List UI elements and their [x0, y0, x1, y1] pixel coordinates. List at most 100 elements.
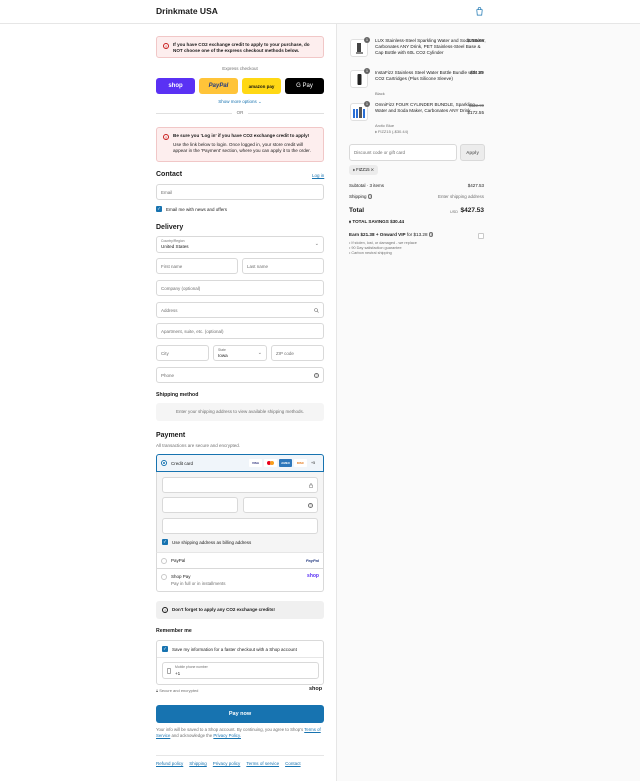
login-link[interactable]: Log in: [312, 173, 324, 178]
billing-checkbox[interactable]: ✓: [162, 539, 168, 545]
alert-content: Be sure you 'Log in' if you have CO2 exc…: [173, 133, 317, 154]
shopping-bag-icon[interactable]: [475, 7, 484, 16]
quantity-badge: 1: [364, 68, 370, 74]
last-name-field[interactable]: Last name: [242, 258, 324, 274]
first-name-field[interactable]: First name: [156, 258, 238, 274]
state-select[interactable]: State Iowa ⌄: [213, 345, 267, 361]
product-thumbnail: 1: [350, 68, 370, 88]
chevron-down-icon: ⌄: [314, 241, 319, 247]
paypal-button[interactable]: PayPal: [199, 78, 238, 94]
city-field[interactable]: City: [156, 345, 209, 361]
alert-text: If you have CO2 exchange credit to apply…: [173, 42, 310, 53]
show-more-label: Show more options: [218, 99, 257, 104]
credits-alert-text: Don't forget to apply any CO2 exchange c…: [172, 607, 275, 612]
paypal-option[interactable]: PayPal PayPal: [156, 552, 324, 569]
expiry-field[interactable]: [162, 497, 238, 513]
shop-pay-button[interactable]: shop: [156, 78, 195, 94]
shipping-label-row: Shipping ?: [349, 194, 373, 199]
country-select[interactable]: Country/Region United States ⌄: [156, 236, 324, 253]
zip-placeholder: ZIP code: [276, 351, 294, 356]
country-label: Country/Region: [161, 239, 185, 243]
apply-button[interactable]: Apply: [460, 144, 485, 161]
secure-label: Secure and encrypted: [159, 688, 199, 693]
chevron-down-icon: ⌄: [258, 99, 262, 104]
paypal-logo: PayPal: [305, 558, 319, 563]
vip-checkbox[interactable]: [478, 233, 484, 239]
google-pay-button[interactable]: G Pay: [285, 78, 324, 94]
header: Drinkmate USA: [0, 0, 640, 24]
security-code-field[interactable]: ?: [243, 497, 318, 513]
card-number-field[interactable]: [162, 477, 318, 493]
vip-bullet-text: If stolen, lost, or damaged - we replace: [351, 241, 417, 245]
shop-logo: shop: [309, 686, 323, 692]
total-label: Total: [349, 207, 365, 214]
subtotal-value: $427.53: [467, 183, 484, 188]
credit-card-label: Credit card: [171, 461, 194, 466]
bundle-image: [353, 107, 365, 118]
company-placeholder: Company (optional): [161, 286, 201, 291]
tag-icon: ⬧: [349, 219, 352, 224]
news-checkbox[interactable]: ✓: [156, 206, 162, 212]
delivery-heading: Delivery: [156, 224, 184, 231]
company-field[interactable]: Company (optional): [156, 280, 324, 296]
address-field[interactable]: Address: [156, 302, 324, 318]
credit-card-option[interactable]: Credit card VISA AMEX DISC +5: [156, 454, 324, 472]
state-label: State: [218, 348, 226, 352]
show-more-options-link[interactable]: Show more options ⌄: [156, 99, 324, 105]
vip-offer: Earn $21.38 + Onward VIP for $13.28 ?: [349, 232, 434, 237]
shipping-link[interactable]: Shipping: [189, 761, 207, 766]
discount-code-field[interactable]: Discount code or gift card: [349, 144, 457, 161]
order-summary: [336, 24, 640, 781]
remove-tag-icon[interactable]: ✕: [371, 167, 374, 172]
zip-field[interactable]: ZIP code: [271, 345, 324, 361]
credit-card-radio[interactable]: [161, 460, 167, 466]
phone-field[interactable]: Phone ?: [156, 367, 324, 383]
amazon-pay-button[interactable]: amazon pay: [242, 78, 281, 94]
quantity-badge: 1: [364, 101, 370, 107]
mastercard-icon: [264, 459, 277, 467]
savings-label: TOTAL SAVINGS: [352, 219, 389, 224]
bottle-image: [357, 74, 362, 85]
help-icon[interactable]: ?: [367, 194, 373, 199]
apartment-field[interactable]: Apartment, suite, etc. (optional): [156, 323, 324, 339]
search-icon: [314, 308, 319, 313]
apartment-placeholder: Apartment, suite, etc. (optional): [161, 329, 224, 334]
privacy-policy-footer-link[interactable]: Privacy policy: [213, 761, 241, 766]
shop-pay-option[interactable]: Shop Pay Pay in full or in installments …: [156, 569, 324, 592]
terms-of-service-footer-link[interactable]: Terms of service: [246, 761, 279, 766]
vip-title-rest: for $13.28: [406, 232, 428, 237]
paypal-label: PayPal: [171, 558, 186, 563]
help-icon[interactable]: ?: [314, 373, 319, 378]
last-name-placeholder: Last name: [247, 264, 269, 269]
address-placeholder: Address: [161, 308, 178, 313]
info-icon[interactable]: ?: [428, 232, 434, 237]
state-value: Iowa: [218, 353, 228, 358]
city-placeholder: City: [161, 351, 169, 356]
name-on-card-field[interactable]: [162, 518, 318, 534]
vip-bullets: • If stolen, lost, or damaged - we repla…: [349, 241, 417, 256]
chevron-down-icon: ⌄: [257, 350, 262, 356]
visa-icon: VISA: [249, 459, 262, 467]
discount-tag: ⬧ FIZZ15 ✕: [349, 165, 378, 175]
store-logo[interactable]: Drinkmate USA: [156, 6, 218, 16]
privacy-policy-link[interactable]: Privacy Policy.: [213, 733, 241, 738]
lock-icon: [309, 483, 313, 488]
alert-icon: !: [163, 134, 169, 140]
shop-pay-radio[interactable]: [161, 574, 167, 580]
mobile-phone-field[interactable]: Mobile phone number +1: [162, 662, 319, 679]
shipping-message: Enter your shipping address to view avai…: [156, 403, 324, 421]
secure-note: 🔒︎ Secure and encrypted: [156, 688, 198, 693]
help-icon[interactable]: ?: [308, 503, 313, 508]
pay-now-button[interactable]: Pay now: [156, 705, 324, 723]
shipping-heading: Shipping method: [156, 392, 199, 398]
phone-icon: [167, 668, 171, 674]
refund-policy-link[interactable]: Refund policy: [156, 761, 183, 766]
discount-tag-label: FIZZ15: [356, 167, 370, 172]
mobile-phone-label: Mobile phone number: [175, 665, 208, 669]
contact-link[interactable]: Contact: [285, 761, 301, 766]
paypal-radio[interactable]: [161, 558, 167, 564]
save-info-checkbox[interactable]: ✓: [162, 646, 168, 652]
email-field[interactable]: Email: [156, 184, 324, 200]
remember-box: ✓ Save my information for a faster check…: [156, 640, 324, 685]
alert-title: Be sure you 'Log in' if you have CO2 exc…: [173, 133, 310, 138]
